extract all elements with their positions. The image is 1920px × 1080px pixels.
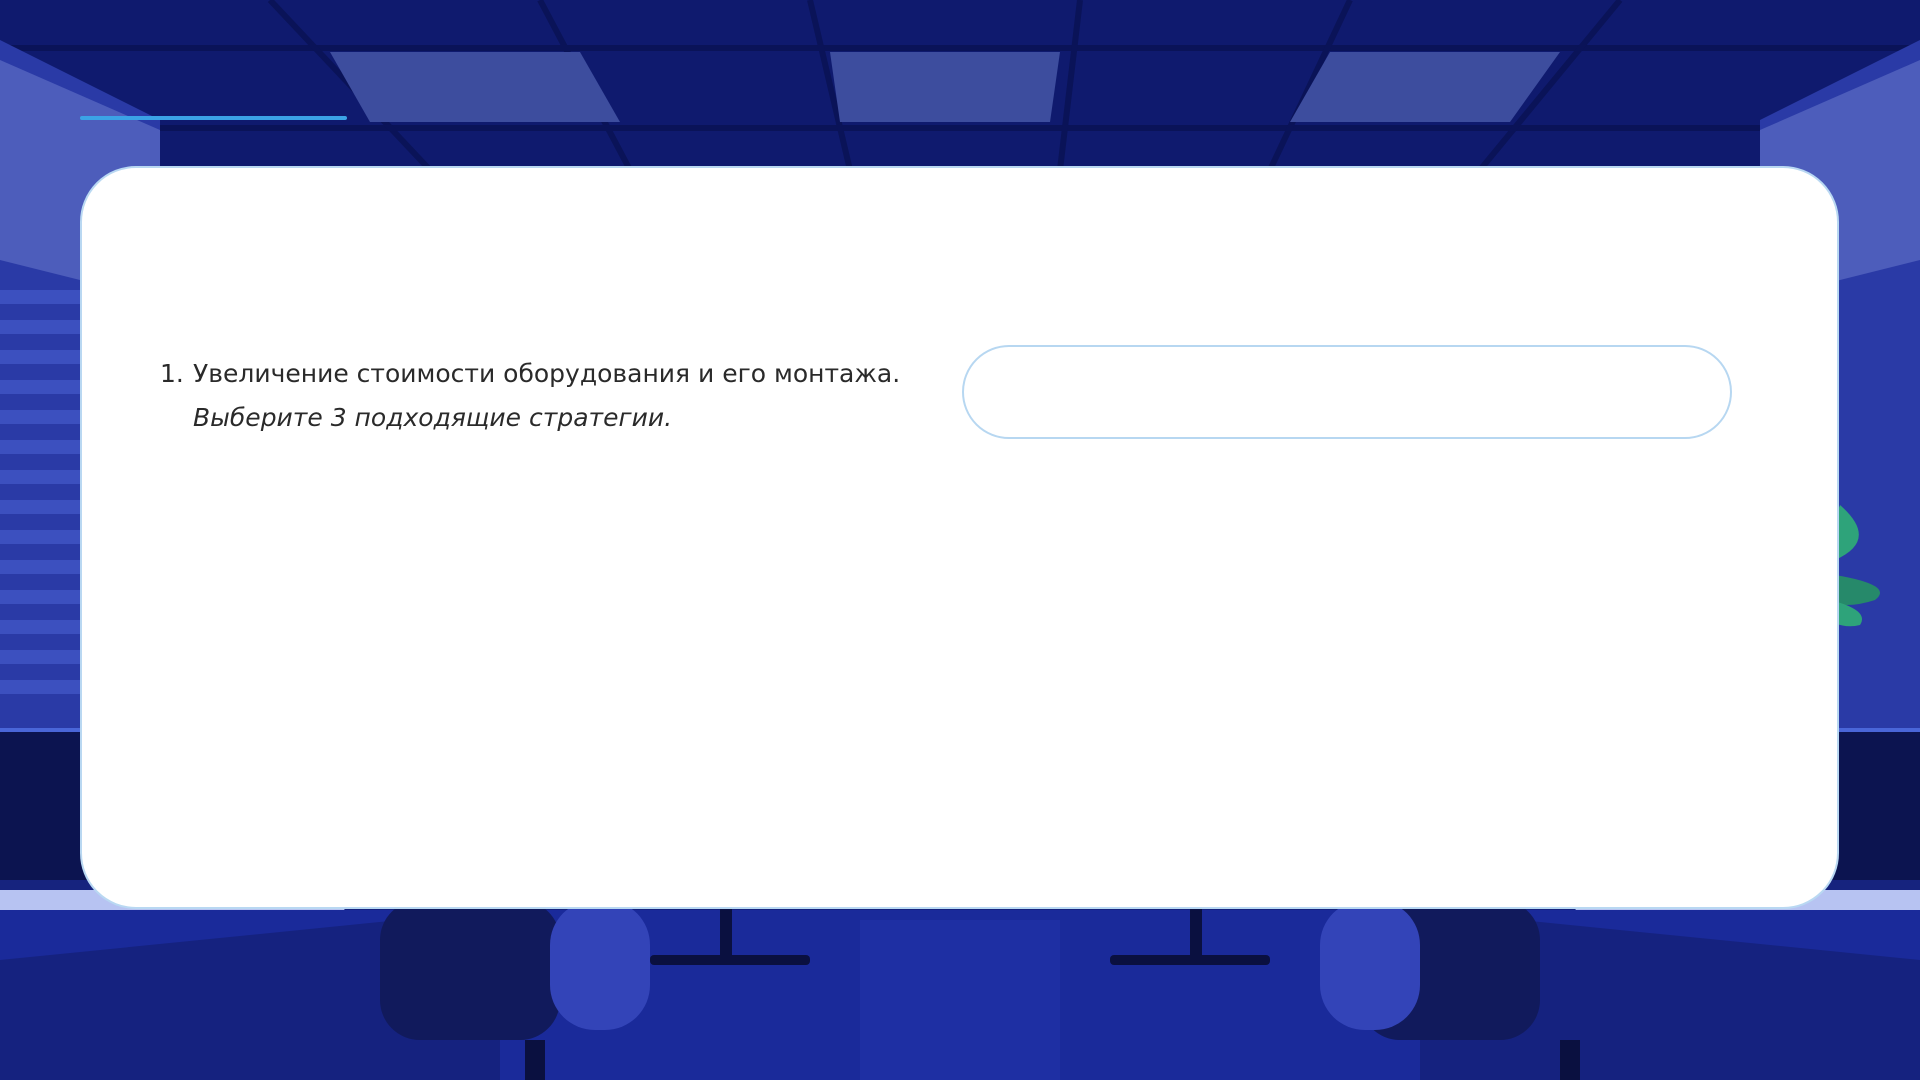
question-body: Увеличение стоимости оборудования и его … — [193, 352, 940, 440]
question-number: 1. — [160, 359, 184, 388]
answer-input[interactable] — [962, 345, 1732, 439]
question-text: Увеличение стоимости оборудования и его … — [193, 359, 901, 388]
question-card: 1. Увеличение стоимости оборудования и е… — [80, 166, 1839, 909]
question-prompt: Выберите 3 подходящие стратегии. — [193, 403, 673, 432]
title-accent-line — [80, 116, 347, 120]
question-item: 1. Увеличение стоимости оборудования и е… — [160, 352, 940, 440]
slide: 1. Увеличение стоимости оборудования и е… — [0, 0, 1920, 1080]
